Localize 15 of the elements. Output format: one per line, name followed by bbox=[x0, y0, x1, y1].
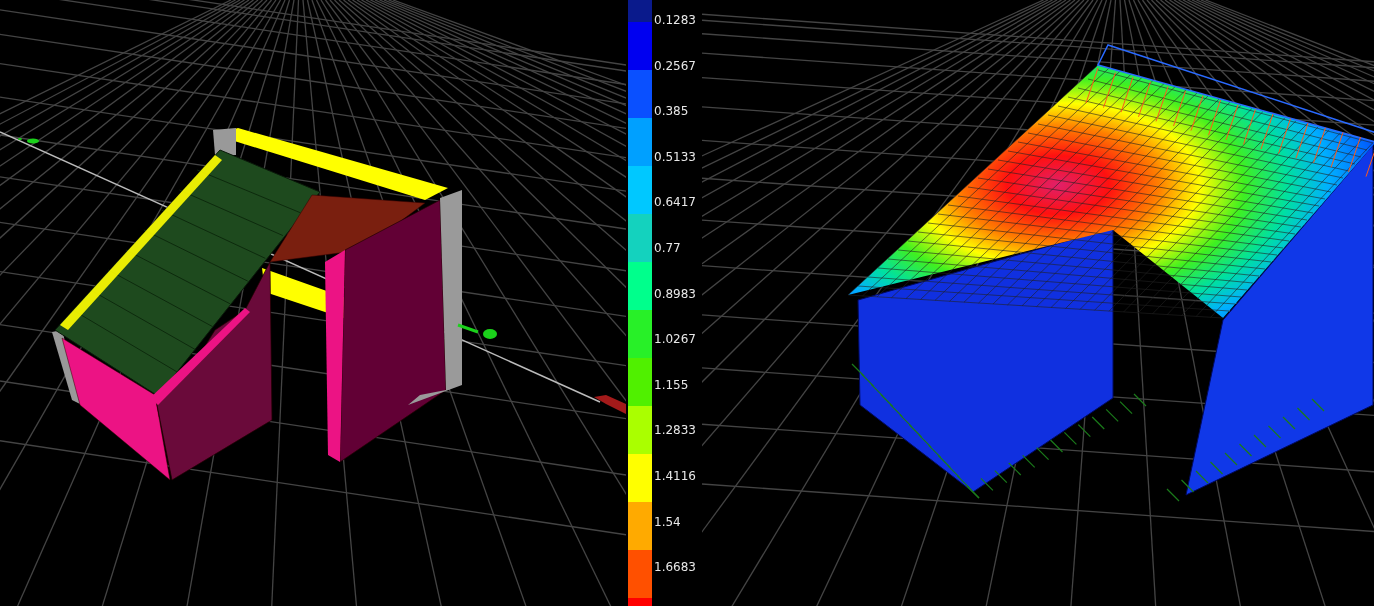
node-marker-icon bbox=[457, 323, 497, 339]
scale-label: 1.2833 bbox=[654, 423, 696, 440]
node-marker-icon bbox=[18, 138, 39, 144]
scale-label: 1.54 bbox=[654, 514, 682, 531]
scale-label: 0.385 bbox=[654, 104, 690, 121]
scale-label: 0.5133 bbox=[654, 149, 696, 166]
scale-label: 1.6683 bbox=[654, 560, 696, 577]
scale-label: 1.4116 bbox=[654, 469, 696, 486]
scale-label: 0.1283 bbox=[654, 13, 696, 29]
scale-label: 1.155 bbox=[654, 377, 690, 394]
scale-label: 0.77 bbox=[654, 241, 682, 258]
scale-label: 1.0267 bbox=[654, 332, 696, 349]
scale-label: 0.6417 bbox=[654, 195, 696, 212]
scale-label: 0.2567 bbox=[654, 58, 696, 75]
scale-label: 0.8983 bbox=[654, 286, 696, 303]
